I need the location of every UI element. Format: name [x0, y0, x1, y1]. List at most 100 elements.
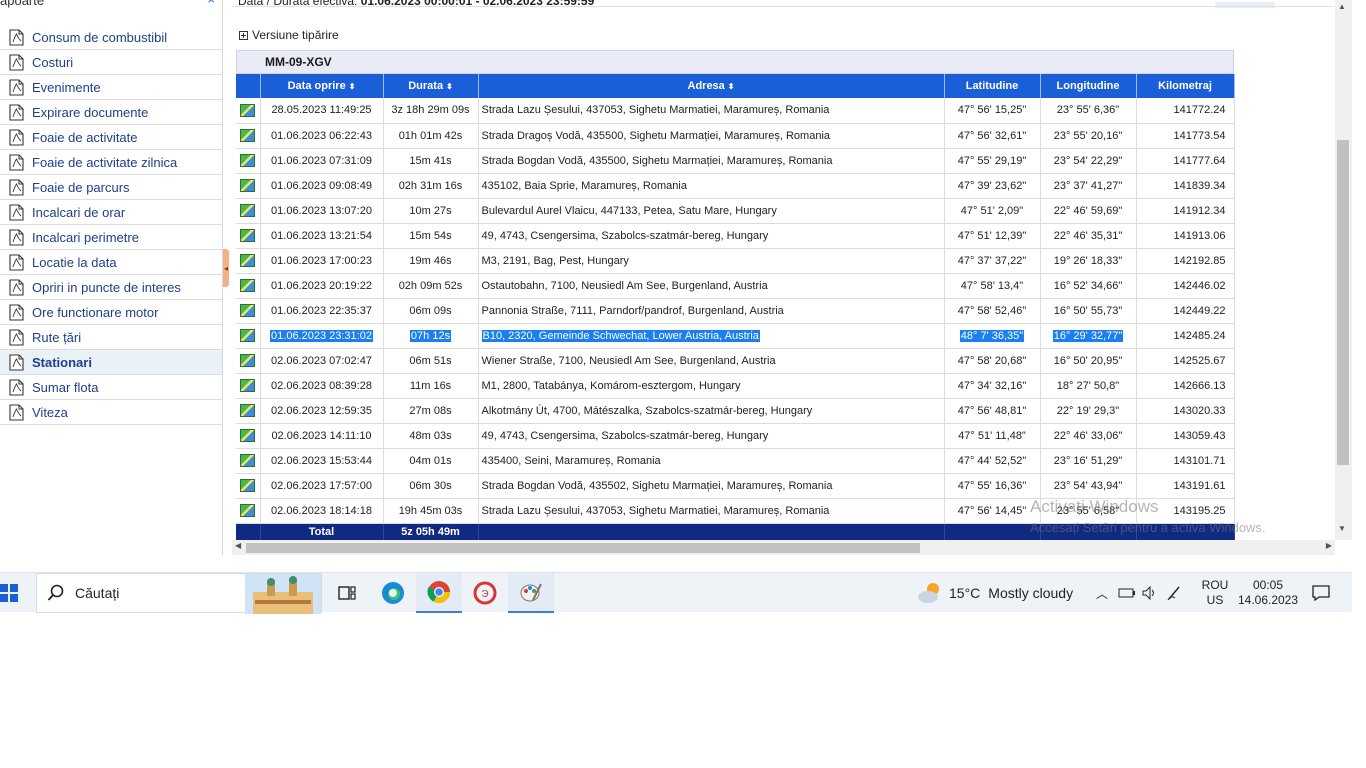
- map-icon[interactable]: [240, 429, 256, 442]
- paint-app-icon[interactable]: [508, 573, 554, 613]
- start-button[interactable]: [0, 573, 22, 613]
- map-icon[interactable]: [240, 504, 256, 517]
- table-row[interactable]: 01.06.2023 23:31:02 07h 12s B10, 2320, Gem…: [236, 323, 1235, 349]
- sort-icon[interactable]: ⬍: [446, 82, 453, 91]
- sidebar-item[interactable]: Ore functionare motor: [0, 300, 222, 325]
- sidebar-item-label: Costuri: [32, 54, 74, 70]
- table-row[interactable]: 01.06.2023 22:35:37 06m 09s Pannonia Straß…: [236, 298, 1235, 324]
- table-row[interactable]: 02.06.2023 14:11:10 48m 03s 49, 4743, Csen…: [236, 423, 1235, 449]
- sidebar-item[interactable]: Sumar flota: [0, 375, 222, 400]
- scroll-thumb[interactable]: [1337, 140, 1349, 465]
- language-indicator[interactable]: ROU US: [1198, 573, 1232, 613]
- cell-date: 01.06.2023 13:21:54: [260, 223, 384, 249]
- map-cell: [236, 98, 261, 124]
- sidebar-title: apoarte: [0, 0, 45, 8]
- scroll-down-icon[interactable]: ▼: [1338, 524, 1346, 533]
- sidebar-item[interactable]: Costuri: [0, 50, 222, 75]
- lang-top: ROU: [1201, 578, 1229, 592]
- cell-address: Ostautobahn, 7100, Neusiedl Am See, Burg…: [478, 273, 945, 299]
- cell-address: Strada Dragoș Vodă, 435500, Sighetu Marm…: [478, 123, 945, 149]
- sidebar-item-label: Incalcari de orar: [32, 204, 126, 220]
- horizontal-scrollbar[interactable]: ◀ ▶: [232, 540, 1335, 555]
- sidebar-item[interactable]: Foaie de activitate: [0, 125, 222, 150]
- pdf-document-icon: [9, 28, 24, 46]
- scroll-left-icon[interactable]: ◀: [235, 541, 241, 550]
- cell-latitude: 47° 39' 23,62": [944, 173, 1041, 199]
- sidebar-item[interactable]: Evenimente: [0, 75, 222, 100]
- print-version-link[interactable]: Versiune tipărire: [239, 28, 339, 42]
- sidebar-item[interactable]: Expirare documente: [0, 100, 222, 125]
- map-icon[interactable]: [240, 254, 256, 267]
- sidebar-item[interactable]: Rute țări: [0, 325, 222, 350]
- map-icon[interactable]: [240, 229, 256, 242]
- sidebar-item[interactable]: Incalcari perimetre: [0, 225, 222, 250]
- taskbar-search[interactable]: Căutați: [36, 573, 322, 614]
- vertical-scrollbar[interactable]: ▲ ▼: [1335, 0, 1352, 540]
- sidebar-item[interactable]: Viteza: [0, 400, 222, 425]
- scroll-right-icon[interactable]: ▶: [1326, 541, 1332, 550]
- sidebar-item[interactable]: Locatie la data: [0, 250, 222, 275]
- table-row[interactable]: 28.05.2023 11:49:25 3z 18h 29m 09s Strada …: [236, 98, 1235, 124]
- app-red-circle-icon[interactable]: Э: [462, 573, 508, 613]
- map-icon[interactable]: [240, 404, 256, 417]
- sidebar-collapse-handle[interactable]: ◂: [223, 249, 229, 287]
- sidebar-item[interactable]: Opriri in puncte de interes: [0, 275, 222, 300]
- battery-icon[interactable]: [1118, 587, 1136, 599]
- scroll-thumb[interactable]: [246, 543, 920, 553]
- total-duration: 5z 05h 49m: [383, 523, 479, 540]
- table-row[interactable]: 01.06.2023 07:31:09 15m 41s Strada Bogdan …: [236, 148, 1235, 174]
- map-icon[interactable]: [240, 103, 256, 117]
- map-icon[interactable]: [240, 154, 256, 167]
- table-row[interactable]: 01.06.2023 17:00:23 19m 46s M3, 2191, Bag,…: [236, 248, 1235, 274]
- table-row[interactable]: 01.06.2023 13:21:54 15m 54s 49, 4743, Csen…: [236, 223, 1235, 249]
- map-icon[interactable]: [240, 379, 256, 392]
- print-version-label: Versiune tipărire: [252, 28, 339, 42]
- close-icon[interactable]: ×: [207, 0, 215, 7]
- volume-icon[interactable]: [1142, 586, 1158, 600]
- sidebar-item[interactable]: Consum de combustibil: [0, 25, 222, 50]
- windows-logo-icon: [0, 584, 18, 602]
- map-icon[interactable]: [240, 329, 256, 342]
- chrome-browser-icon[interactable]: [416, 573, 462, 613]
- notification-icon[interactable]: [1306, 573, 1336, 613]
- table-row[interactable]: 01.06.2023 13:07:20 10m 27s Bulevardul Aur…: [236, 198, 1235, 224]
- scroll-up-icon[interactable]: ▲: [1338, 2, 1346, 11]
- map-icon[interactable]: [240, 279, 256, 292]
- map-icon[interactable]: [240, 204, 256, 217]
- sidebar-item[interactable]: Incalcari de orar: [0, 200, 222, 225]
- cell-longitude: 22° 46' 33,06": [1040, 423, 1137, 449]
- cell-longitude: 23° 55' 6,36": [1040, 98, 1137, 124]
- table-row[interactable]: 01.06.2023 09:08:49 02h 31m 16s 435102, Ba…: [236, 173, 1235, 199]
- table-row[interactable]: 02.06.2023 07:02:47 06m 51s Wiener Straße,…: [236, 348, 1235, 374]
- edge-browser-icon[interactable]: [370, 573, 416, 613]
- chevron-up-icon[interactable]: ︿: [1096, 585, 1108, 602]
- sidebar-item[interactable]: Foaie de activitate zilnica: [0, 150, 222, 175]
- table-row[interactable]: 02.06.2023 08:39:28 11m 16s M1, 2800, Tata…: [236, 373, 1235, 399]
- map-icon[interactable]: [240, 454, 256, 467]
- header-address[interactable]: Adresa ⬍: [478, 74, 945, 98]
- sort-icon[interactable]: ⬍: [349, 82, 356, 91]
- map-cell: [236, 298, 261, 324]
- table-row[interactable]: 02.06.2023 17:57:00 06m 30s Strada Bogdan …: [236, 473, 1235, 499]
- pen-icon[interactable]: [1166, 585, 1182, 601]
- map-icon[interactable]: [240, 479, 256, 492]
- table-row[interactable]: 02.06.2023 12:59:35 27m 08s Alkotmány Út, …: [236, 398, 1235, 424]
- task-view-icon[interactable]: [324, 573, 370, 613]
- sidebar-item[interactable]: Stationari: [0, 350, 222, 375]
- header-duration[interactable]: Durata ⬍: [383, 74, 479, 98]
- table-row[interactable]: 01.06.2023 06:22:43 01h 01m 42s Strada Dra…: [236, 123, 1235, 149]
- sort-icon[interactable]: ⬍: [728, 82, 735, 91]
- map-icon[interactable]: [240, 354, 256, 367]
- table-row[interactable]: 02.06.2023 15:53:44 04m 01s 435400, Seini,…: [236, 448, 1235, 474]
- search-icon: [47, 584, 64, 601]
- map-icon[interactable]: [240, 304, 256, 317]
- header-date[interactable]: Data oprire ⬍: [260, 74, 384, 98]
- weather-widget[interactable]: 15°C Mostly cloudy: [917, 573, 1073, 613]
- pdf-document-icon: [9, 278, 24, 296]
- map-icon[interactable]: [240, 129, 256, 142]
- clock[interactable]: 00:05 14.06.2023: [1236, 573, 1300, 613]
- cell-date: 01.06.2023 09:08:49: [260, 173, 384, 199]
- map-icon[interactable]: [240, 179, 256, 192]
- sidebar-item[interactable]: Foaie de parcurs: [0, 175, 222, 200]
- table-row[interactable]: 01.06.2023 20:19:22 02h 09m 52s Ostautobah…: [236, 273, 1235, 299]
